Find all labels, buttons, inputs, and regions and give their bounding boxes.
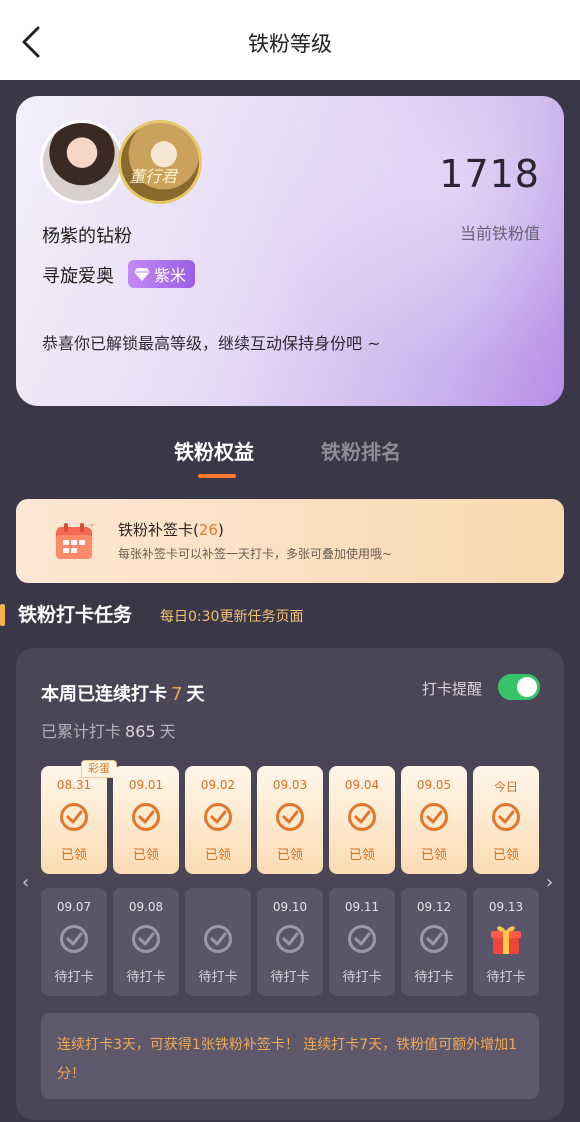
day-date: 08.31: [56, 778, 92, 792]
reward-note: 连续打卡3天，可获得1张铁粉补签卡！ 连续打卡7天，铁粉值可额外增加1分！: [41, 1013, 539, 1099]
total-days: 865: [125, 722, 156, 741]
check-circle-icon: [492, 803, 520, 831]
day-cell[interactable]: 09.02 已领: [185, 766, 251, 874]
tab-rank[interactable]: 铁粉排名: [321, 436, 401, 465]
day-cell[interactable]: 09.11 待打卡: [329, 888, 395, 996]
day-cell-today[interactable]: 今日 已领: [473, 766, 539, 874]
streak-text: 本周已连续打卡 7 天: [41, 684, 205, 705]
chevron-right-icon[interactable]: ›: [546, 872, 553, 893]
check-circle-icon: [348, 925, 376, 953]
day-cell[interactable]: 09.04 已领: [329, 766, 395, 874]
day-status: 已领: [60, 848, 87, 863]
day-cell-gift[interactable]: 09.13 待打卡: [473, 888, 539, 996]
page-title: 铁粉等级: [248, 32, 332, 56]
tab-indicator: [198, 474, 236, 478]
user-avatar[interactable]: [40, 120, 124, 204]
section-subtitle: 每日0:30更新任务页面: [160, 609, 304, 625]
check-circle-icon: [276, 803, 304, 831]
toggle-knob: [517, 677, 537, 697]
day-date: 09.12: [416, 900, 452, 914]
avatar-signature: 董行君: [129, 167, 178, 186]
congrats-text: 恭喜你已解锁最高等级，继续互动保持身份吧 ~: [42, 334, 381, 353]
check-circle-icon: [348, 803, 376, 831]
day-status: 待打卡: [414, 970, 454, 985]
day-date: 09.01: [128, 778, 164, 792]
check-circle-icon: [60, 803, 88, 831]
day-status: 已领: [204, 848, 231, 863]
check-circle-icon: [60, 925, 88, 953]
day-status: 待打卡: [54, 970, 94, 985]
day-date: 09.10: [272, 900, 308, 914]
fan-score-label: 当前铁粉值: [459, 224, 540, 243]
day-cell[interactable]: 09.10 待打卡: [257, 888, 323, 996]
day-cell[interactable]: 09.07 待打卡: [41, 888, 107, 996]
makeup-card-desc: 每张补签卡可以补签一天打卡，多张可叠加使用哦~: [118, 547, 393, 561]
day-date: 09.04: [344, 778, 380, 792]
day-status: 待打卡: [198, 970, 238, 985]
gift-icon: [491, 926, 521, 954]
day-status: 待打卡: [486, 970, 526, 985]
day-status: 待打卡: [126, 970, 166, 985]
day-date: 09.07: [56, 900, 92, 914]
calendar-icon: [56, 523, 94, 559]
fan-level-name: 杨紫的钻粉: [42, 226, 132, 247]
easter-egg-badge: 彩蛋: [81, 760, 117, 778]
makeup-card-count: 26: [198, 521, 218, 539]
day-status: 已领: [132, 848, 159, 863]
profile-card: 董行君 杨紫的钻粉 寻旋爱奥 紫米 1718 当前铁粉值 恭喜你已解锁最高等级，…: [16, 96, 564, 406]
day-status: 已领: [420, 848, 447, 863]
day-cell[interactable]: 09.01 已领: [113, 766, 179, 874]
check-circle-icon: [420, 803, 448, 831]
check-circle-icon: [204, 925, 232, 953]
fan-badge-label: 紫米: [154, 266, 187, 285]
check-circle-icon: [132, 925, 160, 953]
star-avatar[interactable]: 董行君: [118, 120, 202, 204]
day-date: 09.05: [416, 778, 452, 792]
day-date: 09.02: [200, 778, 236, 792]
diamond-icon: [134, 268, 150, 281]
day-status: 待打卡: [342, 970, 382, 985]
day-date: 09.13: [488, 900, 524, 914]
total-text: 已累计打卡 865 天: [41, 722, 176, 741]
fan-group-name: 寻旋爱奥: [42, 266, 114, 287]
day-cell[interactable]: 09.12 待打卡: [401, 888, 467, 996]
day-status: 已领: [348, 848, 375, 863]
fan-score: 1718: [439, 152, 540, 196]
day-cell[interactable]: 09.05 已领: [401, 766, 467, 874]
remind-label: 打卡提醒: [422, 680, 483, 698]
section-marker: [0, 604, 5, 626]
day-date: 09.11: [344, 900, 380, 914]
day-cell[interactable]: 09.03 已领: [257, 766, 323, 874]
remind-toggle[interactable]: [498, 674, 540, 700]
streak-days: 7: [171, 684, 183, 705]
day-cell[interactable]: 待打卡: [185, 888, 251, 996]
check-circle-icon: [420, 925, 448, 953]
chevron-left-icon[interactable]: ‹: [22, 872, 29, 893]
fan-badge: 紫米: [128, 260, 196, 288]
day-date: 今日: [493, 780, 518, 794]
check-circle-icon: [276, 925, 304, 953]
makeup-card-title: 铁粉补签卡(26): [118, 521, 224, 539]
section-title: 铁粉打卡任务: [18, 604, 133, 626]
checkin-panel: 本周已连续打卡 7 天 已累计打卡 865 天 打卡提醒 彩蛋 08.31 已领 09.…: [16, 648, 564, 1120]
day-status: 已领: [492, 848, 519, 863]
day-date: 09.03: [272, 778, 308, 792]
tab-benefits[interactable]: 铁粉权益: [174, 436, 254, 465]
top-bar: 铁粉等级: [0, 0, 580, 80]
makeup-card[interactable]: 铁粉补签卡(26) 每张补签卡可以补签一天打卡，多张可叠加使用哦~: [16, 499, 564, 583]
day-status: 待打卡: [270, 970, 310, 985]
day-cell[interactable]: 彩蛋 08.31 已领: [41, 760, 117, 874]
check-circle-icon: [204, 803, 232, 831]
check-circle-icon: [132, 803, 160, 831]
day-date: 09.08: [128, 900, 164, 914]
day-cell[interactable]: 09.08 待打卡: [113, 888, 179, 996]
day-status: 已领: [276, 848, 303, 863]
